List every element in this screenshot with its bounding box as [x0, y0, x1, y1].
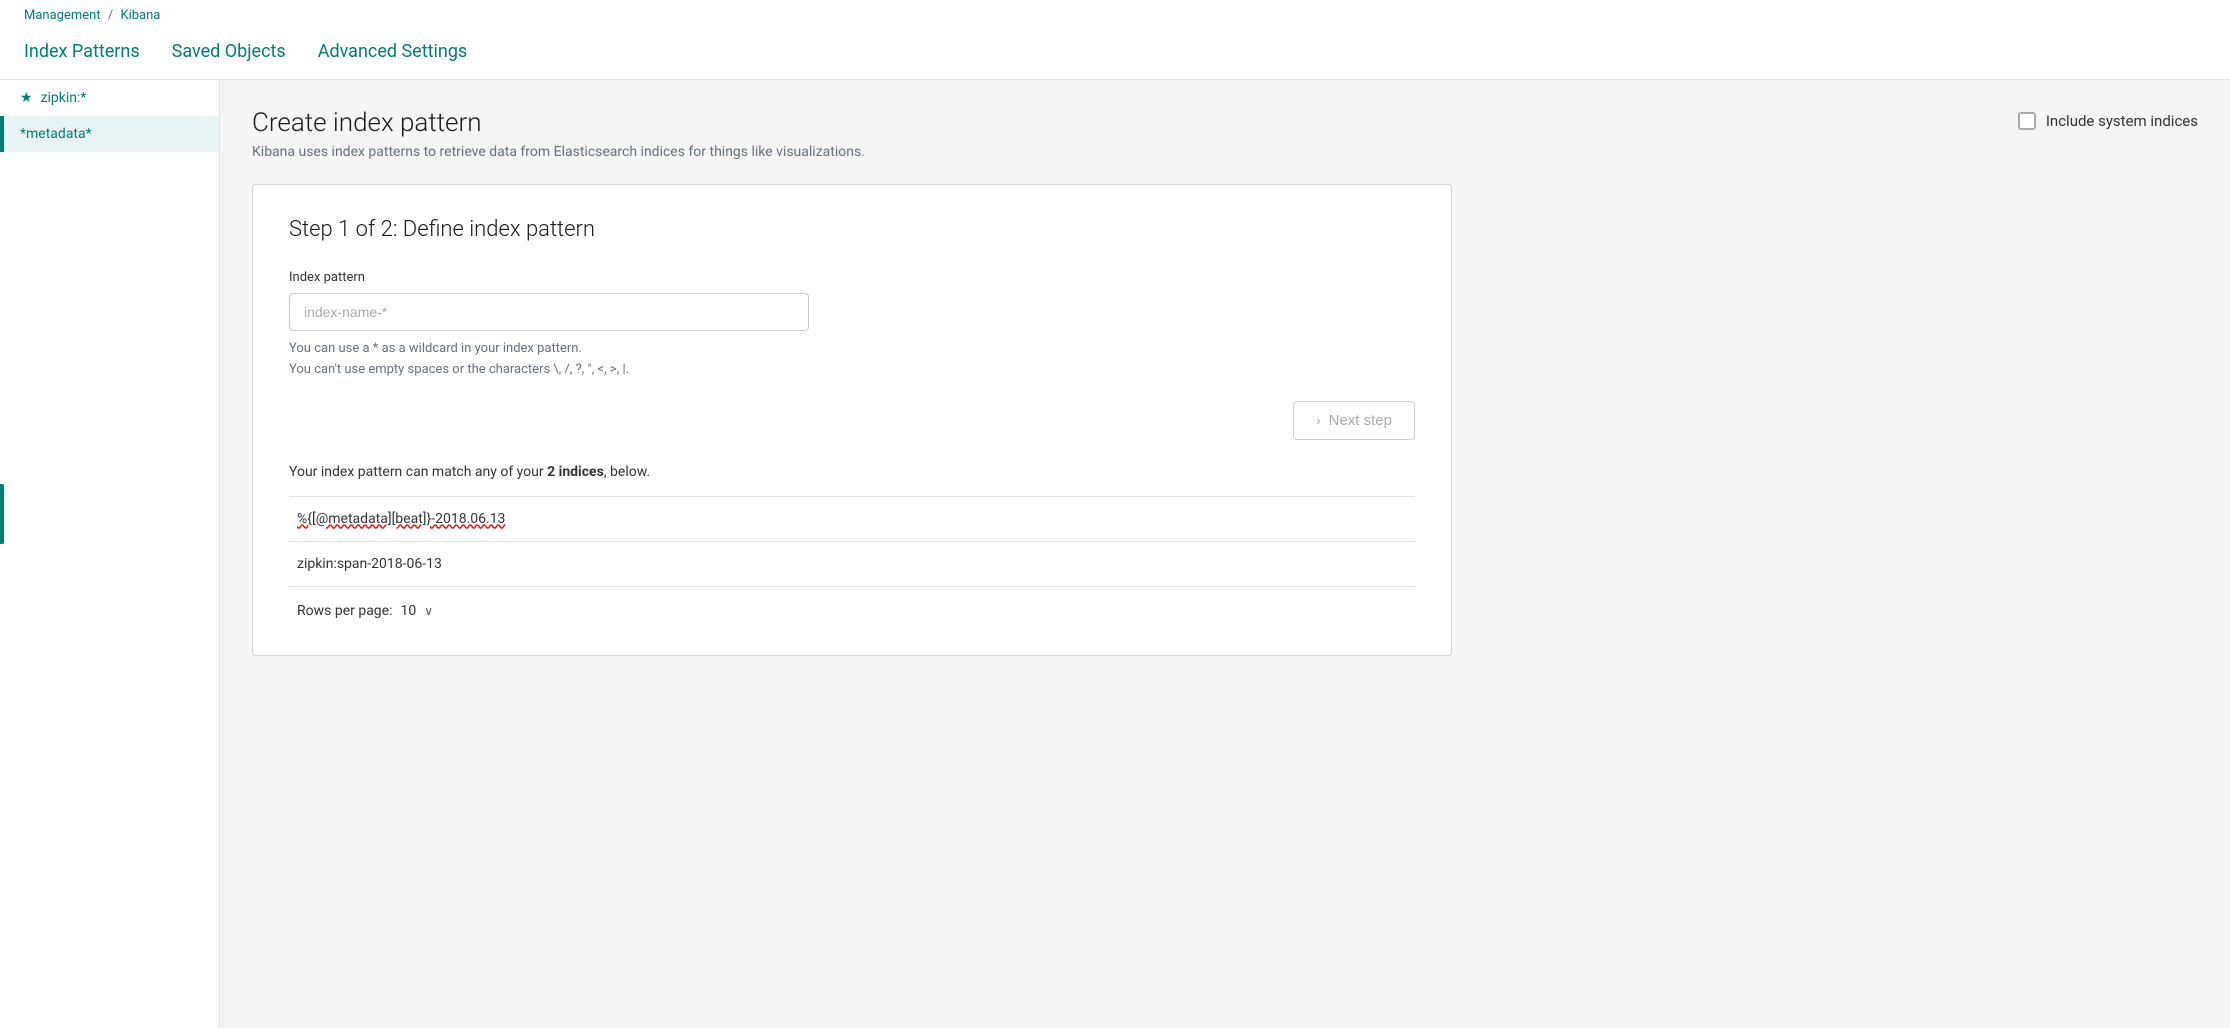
- system-indices-checkbox[interactable]: [2018, 112, 2036, 130]
- match-text: Your index pattern can match any of your…: [289, 464, 1415, 480]
- breadcrumb: Management / Kibana: [24, 0, 2206, 27]
- breadcrumb-kibana[interactable]: Kibana: [120, 8, 160, 23]
- sidebar-item-zipkin-label: zipkin:*: [41, 90, 87, 106]
- rows-per-page-value: 10: [400, 603, 416, 619]
- match-text-prefix: Your index pattern can match any of your: [289, 464, 547, 480]
- page-title-section: Create index pattern Kibana uses index p…: [252, 108, 865, 160]
- index-name-1: %{[@metadata][beat]}-2018.06.13: [297, 511, 505, 527]
- match-section: Your index pattern can match any of your…: [289, 464, 1415, 623]
- hint-line1: You can use a * as a wildcard in your in…: [289, 339, 1415, 360]
- tab-index-patterns[interactable]: Index Patterns: [24, 27, 140, 79]
- sidebar-item-metadata[interactable]: *metadata*: [0, 116, 219, 152]
- top-nav: Management / Kibana Index Patterns Saved…: [0, 0, 2230, 80]
- chevron-right-icon: ›: [1316, 413, 1320, 428]
- page-subtitle: Kibana uses index patterns to retrieve d…: [252, 144, 865, 160]
- page-title: Create index pattern: [252, 108, 865, 138]
- main-tabs: Index Patterns Saved Objects Advanced Se…: [24, 27, 2206, 79]
- tab-saved-objects[interactable]: Saved Objects: [172, 27, 286, 79]
- index-name-2: zipkin:span-2018-06-13: [297, 556, 442, 572]
- content-area: ★ zipkin:* *metadata* Create index patte…: [0, 80, 2230, 1028]
- tab-advanced-settings[interactable]: Advanced Settings: [318, 27, 468, 79]
- chevron-down-icon: ∨: [424, 604, 433, 618]
- form-hint: You can use a * as a wildcard in your in…: [289, 339, 1415, 381]
- next-step-button[interactable]: › Next step: [1293, 401, 1415, 440]
- create-index-card: Step 1 of 2: Define index pattern Index …: [252, 184, 1452, 656]
- app-container: Management / Kibana Index Patterns Saved…: [0, 0, 2230, 1028]
- rows-per-page-control[interactable]: Rows per page: 10 ∨: [289, 587, 1415, 623]
- hint-line2: You can't use empty spaces or the charac…: [289, 360, 1415, 381]
- sidebar-item-zipkin[interactable]: ★ zipkin:*: [0, 80, 219, 116]
- main-content: Create index pattern Kibana uses index p…: [220, 80, 2230, 1028]
- index-pattern-input[interactable]: [289, 293, 809, 331]
- step-title: Step 1 of 2: Define index pattern: [289, 217, 1415, 242]
- system-indices-label: Include system indices: [2046, 112, 2198, 130]
- system-indices-toggle: Include system indices: [2018, 112, 2198, 130]
- next-step-label: Next step: [1329, 412, 1392, 429]
- page-header: Create index pattern Kibana uses index p…: [252, 108, 2198, 160]
- sidebar: ★ zipkin:* *metadata*: [0, 80, 220, 1028]
- star-icon: ★: [20, 90, 33, 106]
- index-pattern-label: Index pattern: [289, 270, 1415, 285]
- match-text-suffix: , below.: [604, 464, 650, 480]
- next-step-row: › Next step: [289, 401, 1415, 440]
- rows-per-page-label: Rows per page:: [297, 603, 392, 619]
- index-pattern-form-group: Index pattern You can use a * as a wildc…: [289, 270, 1415, 381]
- index-list: %{[@metadata][beat]}-2018.06.13 zipkin:s…: [289, 496, 1415, 587]
- left-accent-bar: [0, 484, 4, 544]
- breadcrumb-management[interactable]: Management: [24, 8, 101, 23]
- sidebar-item-metadata-label: *metadata*: [20, 126, 92, 142]
- breadcrumb-separator: /: [108, 8, 113, 23]
- match-count: 2 indices: [547, 464, 604, 480]
- index-row: %{[@metadata][beat]}-2018.06.13: [289, 497, 1415, 542]
- index-row: zipkin:span-2018-06-13: [289, 542, 1415, 587]
